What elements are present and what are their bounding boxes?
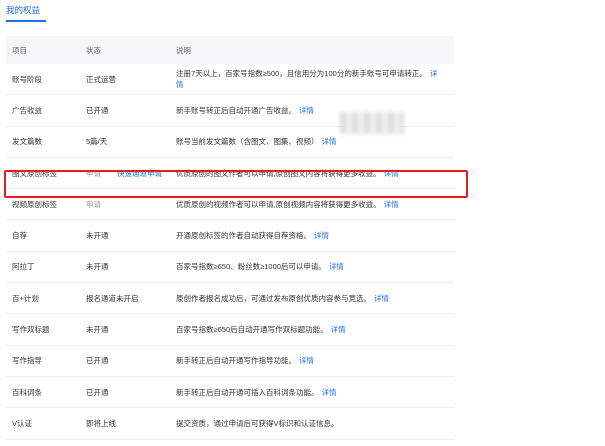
row-item: 百科词条 bbox=[12, 387, 42, 397]
description-text: 新手账号转正后自动开通广告收益。 bbox=[176, 105, 296, 115]
description-text: 账号当前发文篇数（含图文、图集、视频） bbox=[176, 137, 319, 147]
table-row: 百科词条 已开通 新手转正后自动开通可插入百科词条功能。 详情 bbox=[6, 377, 454, 409]
row-description: 新手转正后自动开通写作指导功能。 详情 bbox=[176, 355, 454, 366]
table-row: 百+计划 报名通道未开启 原创作者报名成功后，可通过发布原创优质内容参与竞选。 详情 bbox=[6, 283, 454, 315]
description-text: 原创作者报名成功后，可通过发布原创优质内容参与竞选。 bbox=[176, 293, 371, 303]
row-description: 新手转正后自动开通可插入百科词条功能。 详情 bbox=[176, 387, 454, 398]
row-description: 开通原创标签的作者自动获得自荐资格。 详情 bbox=[176, 230, 454, 241]
row-description: 提交资质，通过申请后可获得V标识和认证信息。 bbox=[176, 418, 454, 429]
table-row: 写作双标题 未开通 百家号指数≥650后自动开通写作双标题功能。 详情 bbox=[6, 314, 454, 346]
details-link[interactable]: 详情 bbox=[329, 262, 344, 271]
blurred-region bbox=[340, 112, 404, 134]
details-link[interactable]: 详情 bbox=[314, 231, 329, 240]
description-text: 注册7天以上，百家号指数≥500，且信用分为100分的新手账号可申请转正。 bbox=[176, 69, 427, 79]
row-description: 百家号指数≥650后自动开通写作双标题功能。 详情 bbox=[176, 324, 454, 335]
row-status: 已开通 bbox=[86, 105, 176, 116]
table-row: 自荐 未开通 开通原创标签的作者自动获得自荐资格。 详情 bbox=[6, 220, 454, 252]
status-text: 已开通 bbox=[86, 105, 109, 115]
apply-button[interactable]: 申请 bbox=[86, 199, 101, 210]
status-text: 正式运营 bbox=[86, 74, 116, 84]
table-row: V认证 即将上线 提交资质，通过申请后可获得V标识和认证信息。 bbox=[6, 408, 454, 440]
details-link[interactable]: 详情 bbox=[331, 325, 346, 334]
row-description: 百家号指数≥650、粉丝数≥1000后可以申请。 详情 bbox=[176, 261, 454, 272]
tab-my-benefits[interactable]: 我的权益 bbox=[6, 4, 40, 21]
row-description: 注册7天以上，百家号指数≥500，且信用分为100分的新手账号可申请转正。 详情 bbox=[176, 68, 454, 90]
row-status: 已开通 bbox=[86, 355, 176, 366]
header-status: 状态 bbox=[86, 45, 101, 55]
details-link[interactable]: 详情 bbox=[374, 294, 389, 303]
table-row: 阿拉丁 未开通 百家号指数≥650、粉丝数≥1000后可以申请。 详情 bbox=[6, 252, 454, 284]
row-status: 5篇/天 bbox=[86, 136, 176, 147]
row-status: 即将上线 bbox=[86, 418, 176, 429]
row-item: 写作双标题 bbox=[12, 325, 50, 335]
header-description: 说明 bbox=[176, 45, 191, 55]
description-text: 百家号指数≥650后自动开通写作双标题功能。 bbox=[176, 325, 328, 335]
row-description: 原创作者报名成功后，可通过发布原创优质内容参与竞选。 详情 bbox=[176, 293, 454, 304]
table-header: 项目 状态 说明 bbox=[6, 36, 454, 64]
row-item: 发文篇数 bbox=[12, 137, 42, 147]
row-item: 阿拉丁 bbox=[12, 262, 35, 272]
status-text: 即将上线 bbox=[86, 418, 116, 428]
row-item: V认证 bbox=[12, 418, 33, 428]
status-text: 未开通 bbox=[86, 325, 109, 335]
description-text: 新手转正后自动开通写作指导功能。 bbox=[176, 356, 296, 366]
row-description: 新手账号转正后自动开通广告收益。 详情 bbox=[176, 105, 454, 116]
table-row: 账号阶段 正式运营 注册7天以上，百家号指数≥500，且信用分为100分的新手账号可… bbox=[6, 64, 454, 96]
description-text: 百家号指数≥650、粉丝数≥1000后可以申请。 bbox=[176, 262, 326, 272]
row-status: 已开通 bbox=[86, 387, 176, 398]
details-link[interactable]: 详情 bbox=[299, 106, 314, 115]
details-link[interactable]: 详情 bbox=[322, 388, 337, 397]
row-status: 正式运营 bbox=[86, 74, 176, 85]
row-status: 未开通 bbox=[86, 261, 176, 272]
benefits-table: 项目 状态 说明 账号阶段 正式运营 注册7天以上，百家号指数≥500，且信用分为1… bbox=[6, 36, 454, 440]
row-item: 自荐 bbox=[12, 231, 27, 241]
header-item: 项目 bbox=[12, 45, 27, 55]
status-text: 已开通 bbox=[86, 356, 109, 366]
description-text: 优质原创的视频作者可以申请,原创视频内容将获得更多收益。 bbox=[176, 199, 381, 209]
table-row: 写作指导 已开通 新手转正后自动开通写作指导功能。 详情 bbox=[6, 346, 454, 377]
status-text: 未开通 bbox=[86, 262, 109, 272]
details-link[interactable]: 详情 bbox=[384, 200, 399, 209]
row-item: 百+计划 bbox=[12, 293, 39, 303]
description-text: 新手转正后自动开通可插入百科词条功能。 bbox=[176, 387, 319, 397]
row-status: 未开通 bbox=[86, 324, 176, 335]
row-item: 视频原创标签 bbox=[12, 199, 57, 209]
row-description: 优质原创的视频作者可以申请,原创视频内容将获得更多收益。 详情 bbox=[176, 199, 454, 210]
status-text: 未开通 bbox=[86, 231, 109, 241]
row-item: 账号阶段 bbox=[12, 74, 42, 84]
row-description: 账号当前发文篇数（含图文、图集、视频） 详情 bbox=[176, 136, 454, 147]
details-link[interactable]: 详情 bbox=[299, 356, 314, 365]
status-text: 报名通道未开启 bbox=[86, 293, 139, 303]
status-text: 5篇/天 bbox=[86, 137, 108, 147]
row-item: 写作指导 bbox=[12, 356, 42, 366]
highlight-box bbox=[4, 170, 468, 198]
status-text: 已开通 bbox=[86, 387, 109, 397]
description-text: 提交资质，通过申请后可获得V标识和认证信息。 bbox=[176, 418, 339, 428]
active-tab-indicator bbox=[6, 20, 46, 22]
description-text: 开通原创标签的作者自动获得自荐资格。 bbox=[176, 231, 311, 241]
row-status: 报名通道未开启 bbox=[86, 293, 176, 304]
row-item: 广告收益 bbox=[12, 105, 42, 115]
details-link[interactable]: 详情 bbox=[322, 137, 337, 146]
row-status: 申请 bbox=[86, 199, 176, 210]
row-status: 未开通 bbox=[86, 230, 176, 241]
